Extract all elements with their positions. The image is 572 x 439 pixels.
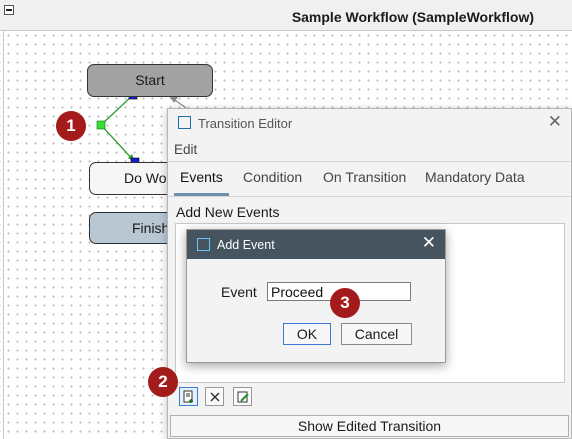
transition-editor-title: Transition Editor [198,116,293,131]
delete-event-icon [210,392,220,402]
edit-event-button[interactable] [233,387,252,406]
window-icon [178,116,191,129]
ok-button[interactable]: OK [283,323,331,345]
canvas-left-border [3,31,4,439]
callout-badge-1: 1 [56,111,86,141]
add-event-title: Add Event [217,238,275,252]
add-event-button[interactable] [179,387,198,406]
section-label: Add New Events [176,204,280,220]
tab-bar: Events Condition On Transition Mandatory… [168,161,571,197]
workflow-title: Sample Workflow (SampleWorkflow) [291,9,534,25]
window-icon [197,238,210,251]
callout-badge-3: 3 [330,288,360,318]
add-event-icon [183,390,193,403]
callout-badge-2: 2 [148,367,178,397]
close-icon[interactable]: ✕ [548,112,562,132]
tab-mandatory-data[interactable]: Mandatory Data [425,169,525,192]
cancel-button[interactable]: Cancel [341,323,412,345]
close-icon[interactable]: ✕ [422,233,436,253]
menu-edit[interactable]: Edit [174,142,197,157]
add-event-dialog: Add Event ✕ Event OK Cancel [186,229,446,363]
dialog-titlebar[interactable]: Add Event ✕ [187,230,445,259]
tab-events[interactable]: Events [174,169,229,196]
node-start[interactable]: Start [87,64,213,97]
tab-condition[interactable]: Condition [243,169,302,192]
collapse-icon[interactable] [4,5,14,15]
tab-on-transition[interactable]: On Transition [323,169,406,192]
event-field-label: Event [221,284,257,300]
show-edited-transition-button[interactable]: Show Edited Transition [170,415,569,437]
workflow-header: Sample Workflow (SampleWorkflow) [0,0,572,31]
edit-event-icon [237,391,249,403]
delete-event-button[interactable] [205,387,224,406]
